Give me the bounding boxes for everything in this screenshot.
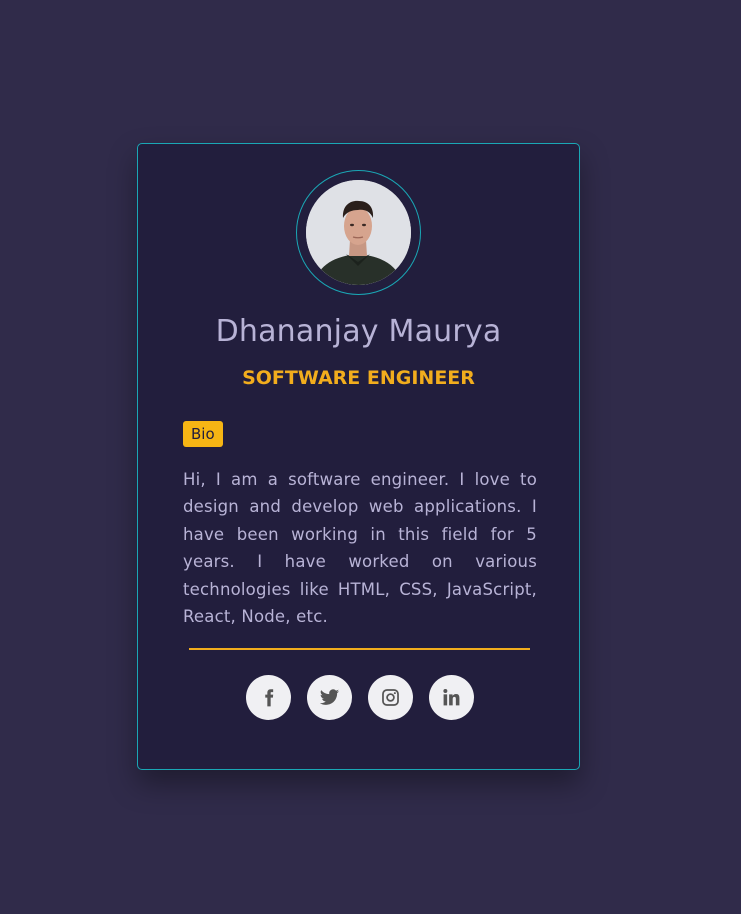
- avatar: [306, 180, 411, 285]
- profile-name: Dhananjay Maurya: [215, 314, 502, 349]
- linkedin-button[interactable]: [429, 675, 474, 720]
- linkedin-icon: [443, 689, 460, 706]
- twitter-button[interactable]: [307, 675, 352, 720]
- profile-card: Dhananjay Maurya SOFTWARE ENGINEER Bio H…: [137, 143, 580, 770]
- divider: [189, 648, 530, 650]
- social-links: [246, 675, 474, 720]
- avatar-photo: [306, 180, 411, 285]
- bio-badge: Bio: [183, 421, 223, 447]
- facebook-icon: [264, 688, 273, 706]
- instagram-icon: [382, 689, 399, 706]
- twitter-icon: [319, 689, 340, 705]
- profile-role: SOFTWARE ENGINEER: [242, 367, 475, 389]
- instagram-button[interactable]: [368, 675, 413, 720]
- avatar-ring: [296, 170, 421, 295]
- facebook-button[interactable]: [246, 675, 291, 720]
- bio-text: Hi, I am a software engineer. I love to …: [183, 470, 537, 627]
